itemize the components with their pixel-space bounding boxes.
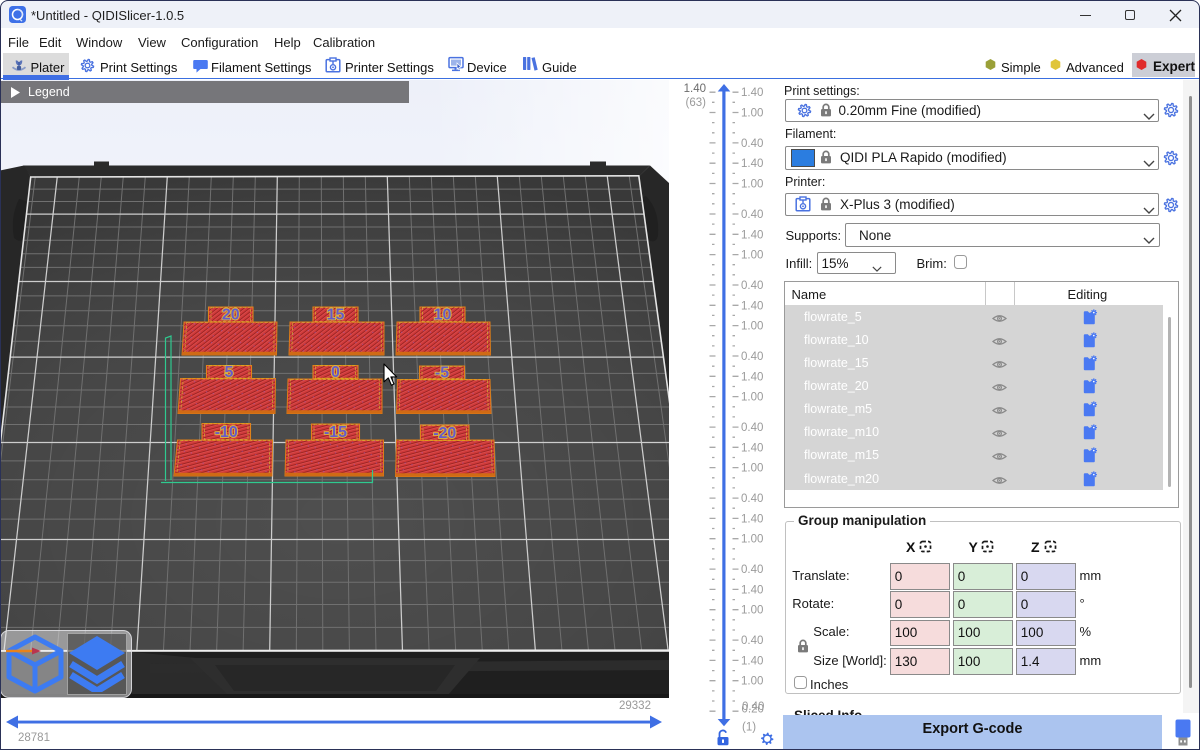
svg-text:0.20: 0.20 <box>742 704 764 716</box>
svg-text:1.40: 1.40 <box>741 158 763 170</box>
svg-text:1.40: 1.40 <box>741 584 763 596</box>
svg-text:0.40: 0.40 <box>741 280 763 292</box>
svg-text:0: 0 <box>331 364 340 381</box>
svg-text:1.00: 1.00 <box>741 250 763 262</box>
svg-text:1.00: 1.00 <box>741 321 763 333</box>
svg-text:1.00: 1.00 <box>741 463 763 475</box>
svg-text:-15: -15 <box>324 424 347 441</box>
svg-text:0.40: 0.40 <box>741 564 763 576</box>
svg-text:0.40: 0.40 <box>741 138 763 150</box>
svg-text:0.40: 0.40 <box>741 422 763 434</box>
svg-text:1.40: 1.40 <box>741 513 763 525</box>
svg-text:1.00: 1.00 <box>741 392 763 404</box>
svg-text:-5: -5 <box>435 365 449 382</box>
svg-text:1.40: 1.40 <box>741 442 763 454</box>
svg-text:1.40: 1.40 <box>741 87 763 99</box>
svg-text:1.40: 1.40 <box>684 83 706 95</box>
svg-text:1.00: 1.00 <box>741 676 763 688</box>
svg-text:(1): (1) <box>742 722 756 734</box>
svg-text:0.40: 0.40 <box>741 635 763 647</box>
svg-text:1.00: 1.00 <box>741 534 763 546</box>
svg-text:1.40: 1.40 <box>741 655 763 667</box>
svg-text:(63): (63) <box>686 97 707 109</box>
svg-text:0.40: 0.40 <box>741 209 763 221</box>
svg-text:15: 15 <box>327 307 345 324</box>
svg-text:5: 5 <box>225 364 234 381</box>
svg-text:0.40: 0.40 <box>741 493 763 505</box>
svg-text:1.00: 1.00 <box>741 605 763 617</box>
svg-text:-10: -10 <box>215 424 238 441</box>
svg-text:-20: -20 <box>433 425 456 442</box>
svg-text:1.40: 1.40 <box>741 371 763 383</box>
svg-text:1.40: 1.40 <box>741 300 763 312</box>
svg-text:1.40: 1.40 <box>741 229 763 241</box>
svg-text:1.00: 1.00 <box>741 179 763 191</box>
svg-text:0.40: 0.40 <box>741 351 763 363</box>
svg-text:10: 10 <box>434 307 452 324</box>
svg-text:1.00: 1.00 <box>741 108 763 120</box>
svg-text:20: 20 <box>222 307 240 324</box>
